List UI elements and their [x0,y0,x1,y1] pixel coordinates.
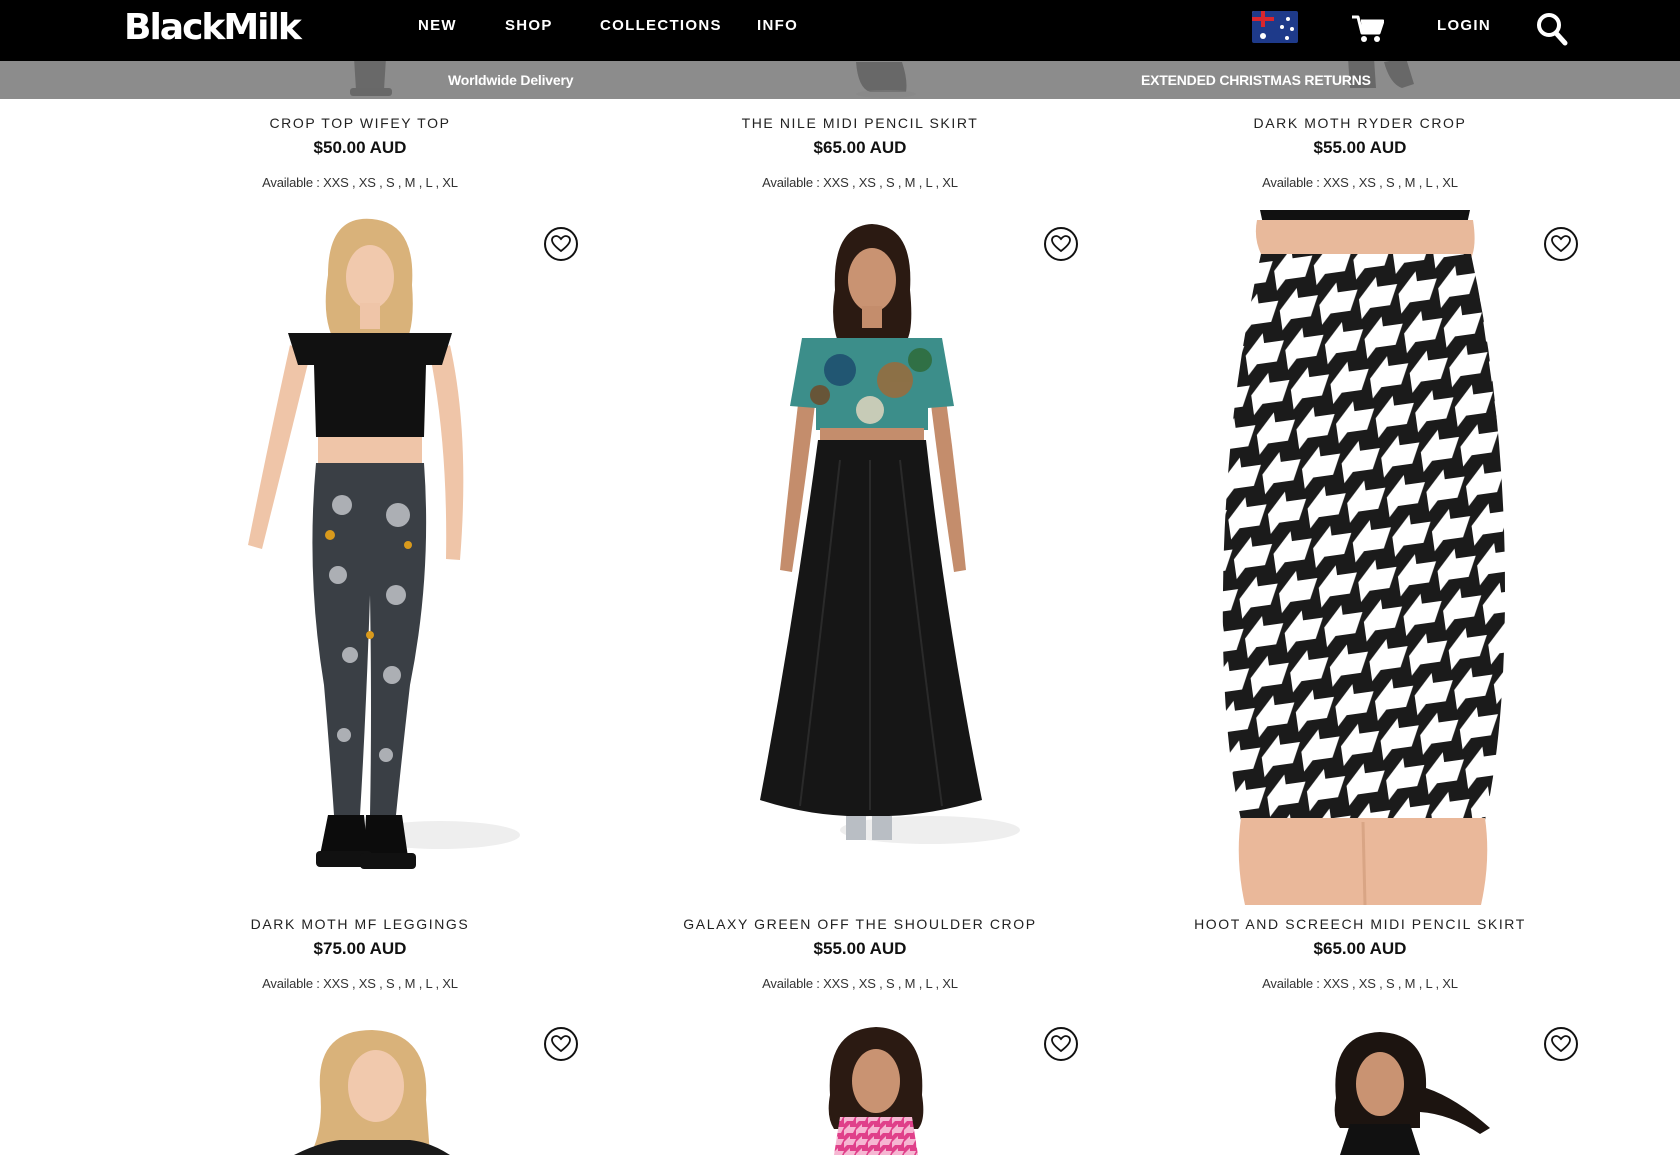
product-price: $55.00 AUD [1313,138,1407,157]
heart-icon [551,235,571,253]
product-title[interactable]: DARK MOTH RYDER CROP [1110,115,1610,131]
product-title[interactable]: HOOT AND SCREECH MIDI PENCIL SKIRT [1110,916,1610,932]
nav-collections[interactable]: COLLECTIONS [600,17,722,34]
heart-icon [551,1035,571,1053]
product-image-galaxy-green-off-the-shoulder-crop[interactable] [720,220,1020,905]
product-availability: Available : XXS , XS , S , M , L , XL [762,976,958,991]
product-image[interactable] [280,1030,460,1155]
search-icon[interactable] [1536,12,1568,46]
favorite-button[interactable] [1544,227,1578,261]
product-availability: Available : XXS , XS , S , M , L , XL [1262,175,1458,190]
product-price: $75.00 AUD [313,939,407,958]
product-availability: Available : XXS , XS , S , M , L , XL [262,175,458,190]
favorite-button[interactable] [544,1027,578,1061]
product-title[interactable]: GALAXY GREEN OFF THE SHOULDER CROP [610,916,1110,932]
product-availability: Available : XXS , XS , S , M , L , XL [762,175,958,190]
heart-icon [1551,1035,1571,1053]
product-image-hoot-and-screech-midi-pencil-skirt[interactable] [1205,210,1525,905]
login-link[interactable]: LOGIN [1437,17,1491,34]
cart-icon[interactable] [1352,15,1384,43]
australia-flag-icon[interactable] [1252,11,1298,43]
promo-bar: Worldwide Delivery EXTENDED CHRISTMAS RE… [0,61,1680,99]
product-image[interactable] [1280,1028,1500,1155]
promo-christmas-returns[interactable]: EXTENDED CHRISTMAS RETURNS [1141,72,1371,88]
product-price: $50.00 AUD [313,138,407,157]
favorite-button[interactable] [544,227,578,261]
product-price: $55.00 AUD [813,939,907,958]
top-navigation-bar: BlackMilk NEW SHOP COLLECTIONS INFO LOGI… [0,0,1680,61]
favorite-button[interactable] [1544,1027,1578,1061]
heart-icon [1551,235,1571,253]
product-title[interactable]: THE NILE MIDI PENCIL SKIRT [610,115,1110,131]
promo-worldwide-delivery[interactable]: Worldwide Delivery [448,72,573,88]
nav-new[interactable]: NEW [418,17,457,34]
heart-icon [1051,1035,1071,1053]
product-price: $65.00 AUD [813,138,907,157]
product-price: $65.00 AUD [1313,939,1407,958]
nav-shop[interactable]: SHOP [505,17,553,34]
favorite-button[interactable] [1044,227,1078,261]
product-availability: Available : XXS , XS , S , M , L , XL [262,976,458,991]
product-title[interactable]: DARK MOTH MF LEGGINGS [110,916,610,932]
nav-info[interactable]: INFO [757,17,798,34]
product-availability: Available : XXS , XS , S , M , L , XL [1262,976,1458,991]
heart-icon [1051,235,1071,253]
product-image-dark-moth-mf-leggings[interactable] [220,215,520,905]
product-image[interactable] [790,1025,960,1155]
favorite-button[interactable] [1044,1027,1078,1061]
product-title[interactable]: CROP TOP WIFEY TOP [110,115,610,131]
brand-logo[interactable]: BlackMilk [124,6,302,50]
